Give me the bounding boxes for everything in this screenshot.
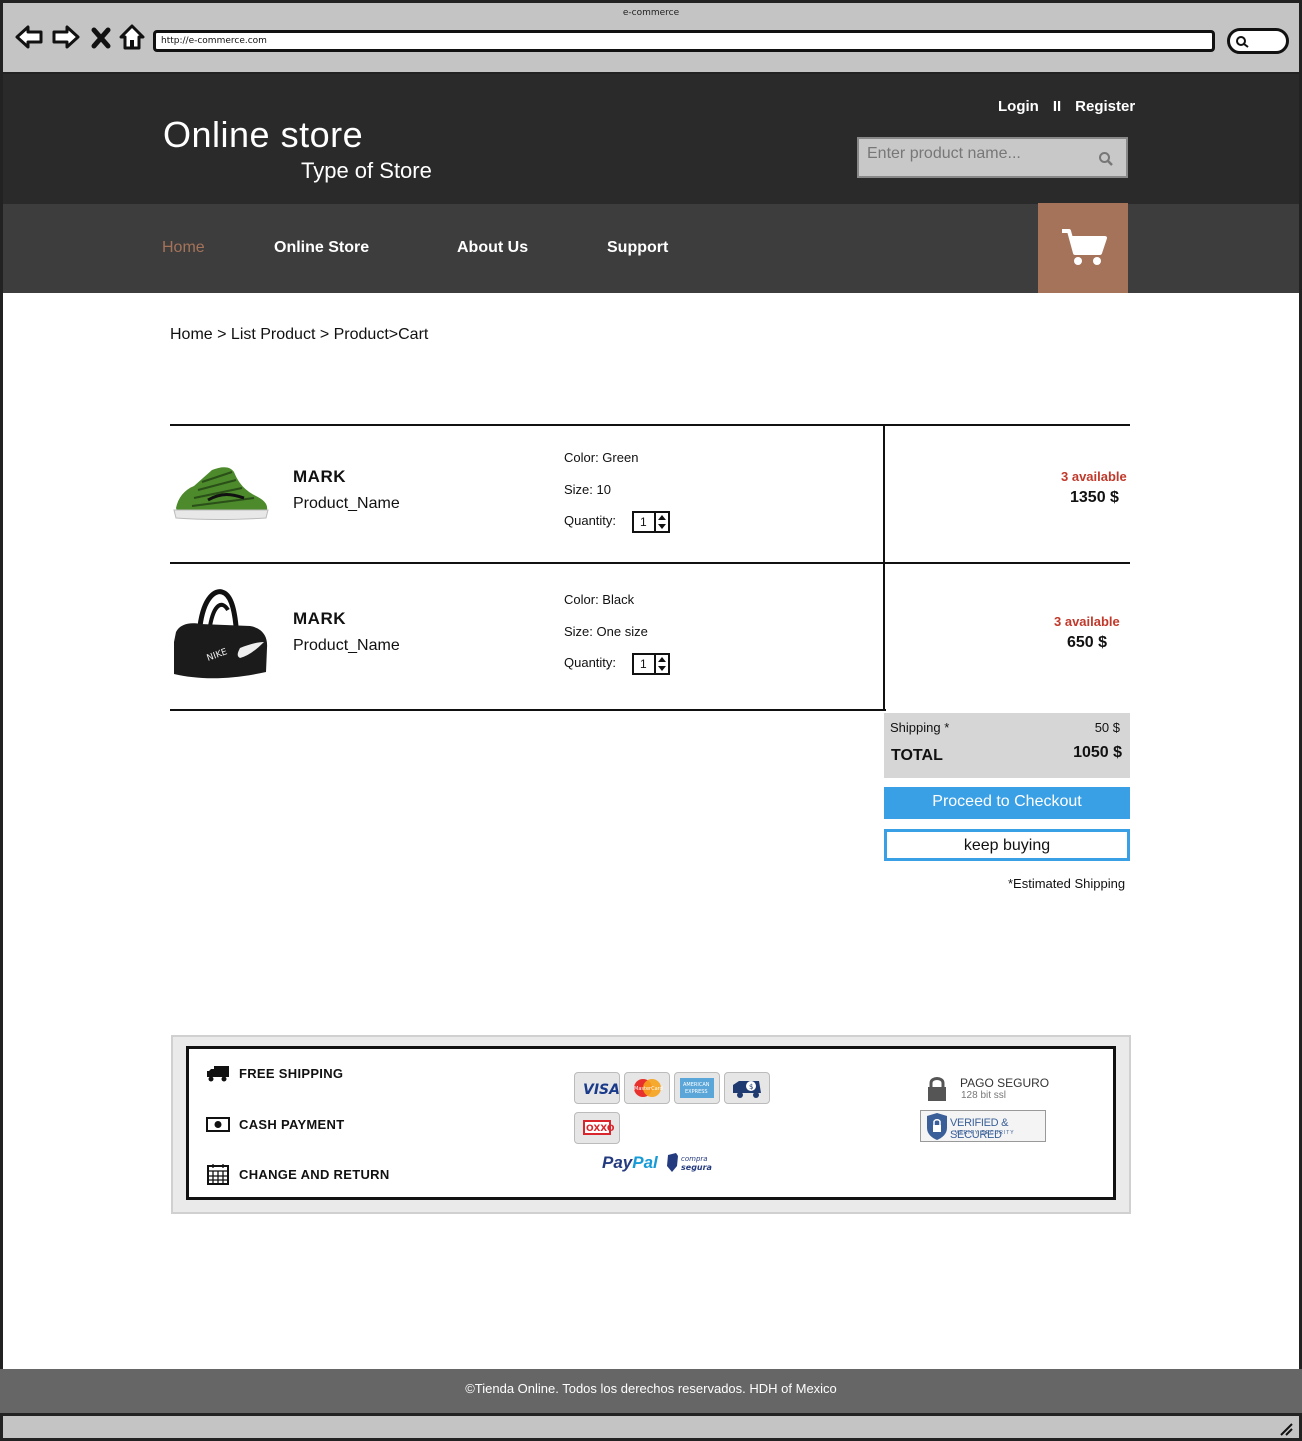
- product-name[interactable]: Product_Name: [293, 495, 400, 513]
- auth-separator: II: [1052, 98, 1062, 115]
- browser-status-bar: [0, 1413, 1302, 1441]
- total-label: TOTAL: [891, 747, 943, 764]
- product-size: Size: 10: [564, 482, 611, 497]
- shipping-label: Shipping *: [890, 720, 950, 735]
- cash-icon: [206, 1117, 230, 1132]
- window-title: e-commerce: [622, 8, 680, 18]
- nav-home[interactable]: Home: [162, 239, 205, 257]
- forward-icon[interactable]: [51, 22, 81, 52]
- amex-card-icon: AMERICAN EXPRESS: [674, 1072, 720, 1104]
- stepper-arrows-icon[interactable]: [656, 655, 668, 673]
- mastercard-icon: MasterCard: [624, 1072, 670, 1104]
- svg-text:EXPRESS: EXPRESS: [685, 1089, 708, 1095]
- order-summary: Shipping * 50 $ TOTAL 1050 $: [884, 713, 1130, 778]
- truck-icon: [207, 1066, 229, 1082]
- availability: 3 available: [1061, 469, 1127, 484]
- divider: [883, 425, 885, 711]
- proceed-to-checkout-button[interactable]: Proceed to Checkout: [884, 787, 1130, 819]
- back-icon[interactable]: [14, 22, 44, 52]
- breadcrumb: Home > List Product > Product>Cart: [170, 326, 429, 343]
- paypal-logo: PayPal: [602, 1153, 658, 1172]
- availability: 3 available: [1054, 614, 1120, 629]
- nav-online-store[interactable]: Online Store: [274, 239, 369, 257]
- search-icon: [1236, 36, 1249, 48]
- search-icon[interactable]: [1098, 151, 1114, 167]
- svg-text:AMERICAN: AMERICAN: [683, 1082, 710, 1088]
- divider: [170, 424, 1130, 426]
- feature-label: FREE SHIPPING: [239, 1065, 344, 1081]
- product-search-input[interactable]: Enter product name...: [857, 137, 1128, 178]
- total-value: 1050 $: [1073, 744, 1122, 761]
- resize-grip-icon[interactable]: [1279, 1422, 1293, 1436]
- product-name[interactable]: Product_Name: [293, 637, 400, 655]
- product-color: Color: Black: [564, 592, 635, 607]
- register-link[interactable]: Register: [1075, 98, 1135, 115]
- login-link[interactable]: Login: [998, 98, 1039, 115]
- shopping-cart-icon: [1062, 229, 1107, 265]
- product-price: 1350 $: [1070, 489, 1119, 506]
- nav-about-us[interactable]: About Us: [457, 239, 528, 257]
- quantity-label: Quantity:: [564, 655, 617, 670]
- product-brand: MARK: [293, 609, 346, 628]
- search-placeholder: Enter product name...: [867, 145, 1021, 162]
- divider: [170, 709, 886, 711]
- address-bar[interactable]: http://e-commerce.com: [153, 30, 1215, 52]
- quantity-stepper[interactable]: 1: [632, 653, 670, 675]
- store-title: Online store: [163, 114, 364, 155]
- home-icon[interactable]: [117, 22, 147, 52]
- visa-card-icon: VISA: [574, 1072, 620, 1104]
- feature-cash-payment: CASH PAYMENT: [206, 1114, 344, 1134]
- svg-text:VISA: VISA: [583, 1082, 619, 1098]
- store-subtitle: Type of Store: [301, 158, 432, 183]
- secure-payment-title: PAGO SEGURO: [960, 1076, 1050, 1090]
- lock-icon: [925, 1075, 949, 1107]
- product-image-sneaker[interactable]: [172, 462, 270, 526]
- cart-button[interactable]: [1038, 203, 1128, 293]
- product-size: Size: One size: [564, 624, 648, 639]
- svg-text:segura: segura: [681, 1163, 712, 1172]
- site-footer: ©Tienda Online. Todos los derechos reser…: [0, 1369, 1302, 1415]
- secure-payment-subtitle: 128 bit ssl: [961, 1090, 1007, 1101]
- auth-links: Login II Register: [998, 98, 1135, 115]
- shipping-value: 50 $: [1094, 720, 1120, 735]
- svg-text:compra: compra: [681, 1155, 708, 1163]
- feature-free-shipping: FREE SHIPPING: [206, 1063, 343, 1083]
- main-nav: Home Online Store About Us Support: [3, 203, 1299, 293]
- product-color: Color: Green: [564, 450, 639, 465]
- shipping-note: *Estimated Shipping: [1008, 876, 1126, 891]
- cash-delivery-icon: $: [724, 1072, 770, 1104]
- stepper-arrows-icon[interactable]: [656, 513, 668, 531]
- shield-lock-icon: [927, 1113, 947, 1140]
- oxxo-icon: OXXO: [574, 1112, 620, 1144]
- divider: [170, 562, 1130, 564]
- product-price: 650 $: [1067, 634, 1108, 651]
- site-header: Online store Type of Store Login II Regi…: [3, 74, 1299, 204]
- verified-secured-badge: VERIFIED & SECURED VERIFY SECURITY: [920, 1110, 1046, 1142]
- svg-text:$: $: [749, 1083, 753, 1091]
- quantity-stepper[interactable]: 1: [632, 511, 670, 533]
- quantity-value: 1: [640, 657, 647, 671]
- feature-label: CHANGE AND RETURN: [239, 1166, 390, 1182]
- svg-text:OXXO: OXXO: [586, 1124, 615, 1134]
- compra-segura-badge: compra segura: [666, 1152, 714, 1178]
- nav-support[interactable]: Support: [607, 239, 668, 257]
- feature-label: CASH PAYMENT: [239, 1116, 345, 1132]
- browser-search[interactable]: [1227, 28, 1289, 54]
- calendar-icon: [207, 1164, 229, 1185]
- product-brand: MARK: [293, 467, 346, 486]
- product-image-bag[interactable]: NIKE: [170, 586, 270, 688]
- feature-change-return: CHANGE AND RETURN: [206, 1162, 390, 1186]
- keep-buying-button[interactable]: keep buying: [884, 829, 1130, 861]
- quantity-value: 1: [640, 515, 647, 529]
- quantity-label: Quantity:: [564, 513, 617, 528]
- close-icon[interactable]: [88, 22, 114, 52]
- svg-text:MasterCard: MasterCard: [634, 1086, 663, 1092]
